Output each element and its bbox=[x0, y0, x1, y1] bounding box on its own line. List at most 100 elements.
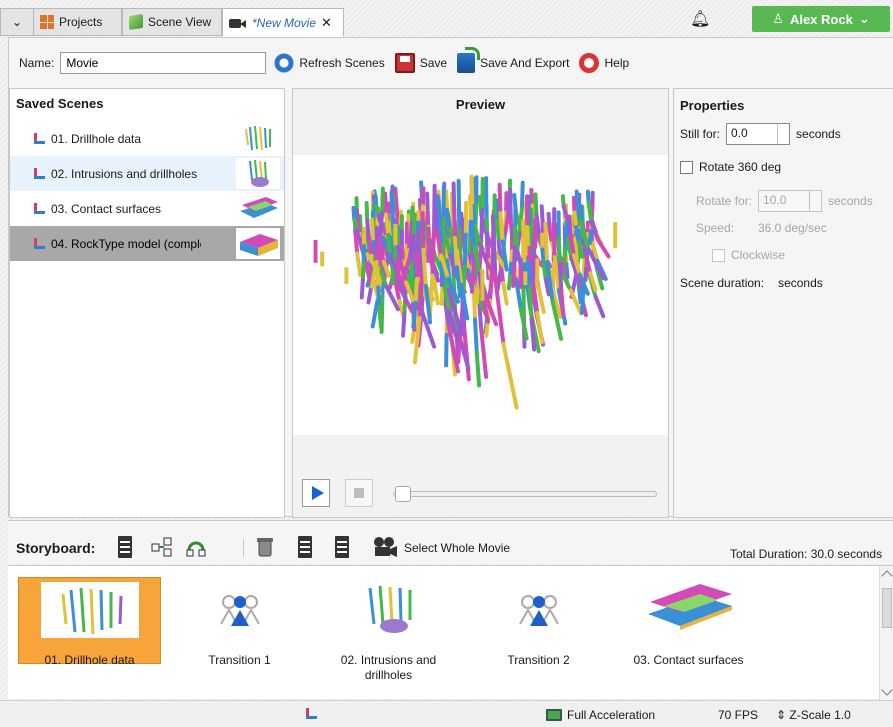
chevron-down-icon: ⌄ bbox=[11, 15, 23, 29]
drillhole-segment bbox=[587, 228, 594, 246]
help-label: Help bbox=[604, 56, 630, 70]
add-scene-film-icon[interactable] bbox=[118, 536, 132, 558]
scene-item[interactable]: 01. Drillhole data bbox=[10, 121, 284, 156]
drillhole-segment bbox=[557, 261, 564, 292]
scrollbar-thumb[interactable] bbox=[882, 588, 892, 628]
drillhole-segment bbox=[452, 235, 459, 270]
properties-title: Properties bbox=[680, 98, 745, 113]
drillhole-segment bbox=[413, 276, 420, 305]
acceleration-label: Full Acceleration bbox=[567, 708, 656, 722]
save-disk-icon bbox=[394, 53, 415, 73]
rotate-checkbox[interactable] bbox=[680, 160, 693, 174]
scroll-up-icon[interactable] bbox=[881, 570, 893, 582]
still-for-input[interactable]: 0.0 bbox=[726, 123, 791, 145]
tab-new-movie[interactable]: *New Movie ✕ bbox=[222, 8, 344, 37]
drillhole-segment bbox=[430, 228, 437, 278]
rotate-row[interactable]: Rotate 360 deg bbox=[680, 160, 781, 174]
tab-bar: ⌄ Projects Scene View *New Movie ✕ 🔔︎ ♙ … bbox=[0, 0, 893, 37]
rotate-scene-icon[interactable] bbox=[185, 536, 207, 558]
drillhole-segment bbox=[389, 191, 396, 232]
preview-panel: Preview bbox=[292, 88, 669, 518]
refresh-icon bbox=[274, 53, 295, 73]
drillhole-segment bbox=[467, 236, 473, 258]
drillhole-segment bbox=[521, 218, 527, 267]
drillhole-segment bbox=[485, 230, 490, 249]
trash-icon[interactable] bbox=[254, 536, 276, 558]
scene-item[interactable]: 03. Contact surfaces bbox=[10, 191, 284, 226]
drillhole-segment bbox=[551, 221, 557, 260]
scene-thumbnail bbox=[639, 580, 738, 636]
scene-thumbnail bbox=[236, 228, 280, 259]
drillhole-segment bbox=[360, 261, 366, 283]
drillhole-segment bbox=[508, 188, 513, 222]
tab-projects[interactable]: Projects bbox=[33, 8, 122, 36]
drillhole-segment bbox=[541, 262, 548, 282]
card-label: Transition 2 bbox=[507, 653, 570, 667]
scene-item[interactable]: 02. Intrusions and drillholes bbox=[10, 156, 284, 191]
storyboard-title: Storyboard: bbox=[16, 540, 96, 556]
notification-bell-icon[interactable]: 🔔︎ bbox=[690, 9, 710, 29]
movie-camera-icon[interactable] bbox=[372, 536, 398, 558]
movie-toolbar: Name: Refresh Scenes Save Save And Expor… bbox=[9, 38, 893, 88]
storyboard-card[interactable]: 02. Intrusions and drillholes bbox=[317, 576, 460, 682]
move-right-icon[interactable] bbox=[335, 536, 349, 558]
close-icon[interactable]: ✕ bbox=[321, 15, 332, 31]
tab-list-dropdown[interactable]: ⌄ bbox=[0, 8, 34, 36]
add-transition-icon[interactable] bbox=[151, 536, 173, 558]
select-whole-movie-button[interactable]: Select Whole Movie bbox=[404, 541, 510, 555]
scene-item[interactable]: 04. RockType model (complete) bbox=[10, 226, 284, 261]
scene-thumbnail bbox=[236, 123, 280, 154]
drillhole-segment bbox=[503, 213, 510, 235]
zscale-label: Z-Scale 1.0 bbox=[789, 708, 851, 722]
saved-scenes-panel: Saved Scenes 01. Drillhole data 02. Intr… bbox=[9, 88, 285, 518]
play-button[interactable] bbox=[302, 479, 330, 507]
drillhole-segment bbox=[462, 232, 468, 269]
help-button[interactable]: Help bbox=[579, 53, 629, 73]
scene-icon bbox=[34, 133, 45, 144]
save-button[interactable]: Save bbox=[394, 53, 447, 73]
preview-viewport[interactable] bbox=[293, 155, 668, 435]
speed-label: Speed: bbox=[696, 221, 735, 235]
refresh-scenes-button[interactable]: Refresh Scenes bbox=[274, 53, 385, 73]
drillhole-segment bbox=[559, 287, 566, 318]
stop-button[interactable] bbox=[345, 479, 373, 507]
drillhole-segment bbox=[556, 236, 562, 266]
drillhole-segment bbox=[572, 210, 579, 230]
move-left-icon[interactable] bbox=[298, 536, 312, 558]
storyboard-card[interactable]: Transition 2 bbox=[467, 576, 610, 667]
drillhole-segment bbox=[456, 178, 462, 233]
movie-name-input[interactable] bbox=[60, 52, 267, 74]
drillhole-segment bbox=[421, 247, 428, 288]
toolbar-separator bbox=[243, 539, 244, 557]
drillhole-segment bbox=[529, 187, 535, 208]
drillhole-segment bbox=[564, 219, 570, 242]
storyboard-card[interactable]: Transition 1 bbox=[168, 576, 311, 667]
drillhole-segment bbox=[471, 204, 477, 228]
drillhole-segment bbox=[473, 317, 479, 355]
clockwise-checkbox[interactable] bbox=[712, 248, 725, 262]
transition-figures-icon bbox=[190, 580, 289, 636]
drillhole-segment bbox=[547, 226, 554, 246]
drillhole-segment bbox=[365, 218, 371, 241]
drillhole-segment bbox=[519, 180, 525, 211]
drillhole-segment bbox=[468, 193, 474, 224]
user-menu-button[interactable]: ♙ Alex Rock ⌄ bbox=[752, 6, 890, 32]
tab-label: Projects bbox=[59, 15, 103, 29]
tab-label: Scene View bbox=[148, 15, 212, 29]
storyboard-scrollbar[interactable] bbox=[879, 566, 893, 700]
timeline-slider[interactable] bbox=[393, 491, 657, 497]
storyboard-strip: 01. Drillhole data Transition 1 02. Intr… bbox=[8, 565, 893, 700]
zscale-control[interactable]: ⇕ Z-Scale 1.0 bbox=[776, 708, 851, 722]
save-and-export-button[interactable]: Save And Export bbox=[457, 47, 569, 73]
timeline-slider-handle[interactable] bbox=[395, 486, 411, 502]
drillhole-segment bbox=[571, 195, 577, 215]
clockwise-row[interactable]: Clockwise bbox=[712, 248, 785, 262]
storyboard-card[interactable]: 03. Contact surfaces bbox=[617, 576, 760, 667]
acceleration-status[interactable]: Full Acceleration bbox=[546, 708, 655, 722]
tab-scene-view[interactable]: Scene View bbox=[122, 8, 222, 36]
export-icon bbox=[457, 47, 481, 73]
drillhole-segment bbox=[479, 207, 485, 243]
scroll-down-icon[interactable] bbox=[881, 684, 893, 696]
storyboard-card[interactable]: 01. Drillhole data bbox=[18, 577, 161, 667]
rotate-for-input[interactable]: 10.0 bbox=[758, 190, 823, 212]
